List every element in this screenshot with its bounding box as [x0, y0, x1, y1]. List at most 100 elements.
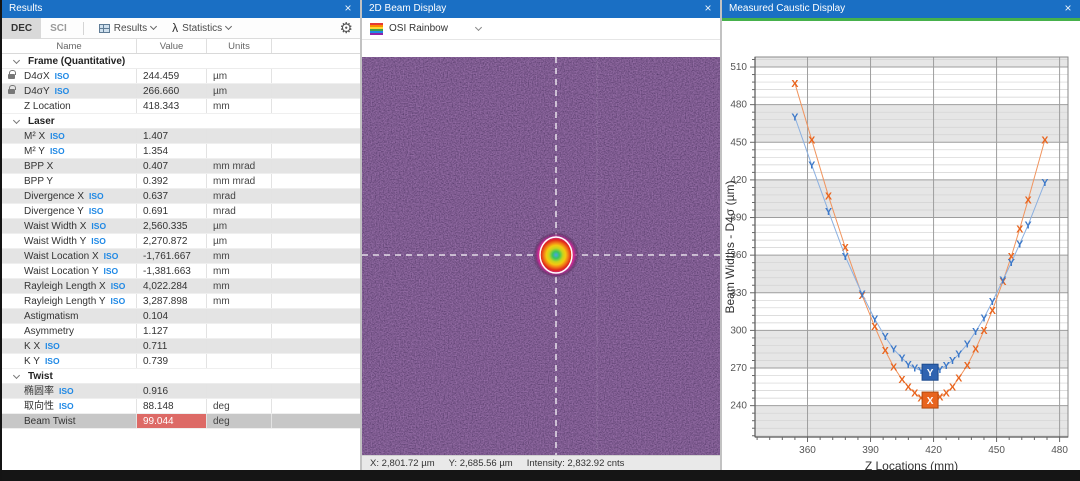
result-value-cell: 1.354: [137, 144, 207, 158]
svg-text:Y: Y: [890, 344, 897, 356]
svg-text:Y: Y: [964, 339, 971, 351]
result-value-cell: 1.127: [137, 324, 207, 338]
result-name: Waist Width X: [24, 221, 87, 232]
result-name: Waist Location X: [24, 251, 99, 262]
current-frame-marker-y[interactable]: Y: [921, 363, 939, 381]
results-dropdown[interactable]: Results: [91, 18, 164, 39]
svg-text:Y: Y: [871, 314, 878, 326]
result-extra-cell: [272, 159, 360, 173]
results-panel: Results × DEC SCI Results λ Statistics ⚙…: [2, 0, 360, 470]
current-frame-marker-x[interactable]: X: [921, 391, 939, 409]
result-units-cell: mm mrad: [207, 159, 272, 173]
colormap-selector-label[interactable]: OSI Rainbow: [389, 23, 448, 34]
tab-sci[interactable]: SCI: [41, 18, 76, 39]
result-units-cell: mm: [207, 99, 272, 113]
table-row[interactable]: Waist Location X ISO -1,761.667 mm: [2, 249, 360, 264]
section-row[interactable]: Laser: [2, 114, 360, 129]
table-row[interactable]: K Y ISO 0.739: [2, 354, 360, 369]
cursor-y-readout: Y: 2,685.56 µm: [448, 458, 513, 469]
close-icon[interactable]: ×: [700, 0, 716, 18]
colormap-rainbow-icon: [370, 22, 383, 35]
chevron-down-icon[interactable]: [474, 23, 482, 32]
table-row[interactable]: Z Location 418.343 mm: [2, 99, 360, 114]
svg-text:450: 450: [988, 445, 1005, 456]
result-name-cell: 取向性 ISO: [2, 399, 137, 413]
svg-text:Y: Y: [842, 251, 849, 263]
result-extra-cell: [272, 84, 360, 98]
cursor-intensity-readout: Intensity: 2,832.92 cnts: [526, 458, 625, 469]
svg-text:390: 390: [862, 445, 879, 456]
svg-text:Y: Y: [859, 289, 866, 301]
result-name: BPP Y: [24, 176, 54, 187]
section-row[interactable]: Frame (Quantitative): [2, 54, 360, 69]
table-row[interactable]: Astigmatism 0.104: [2, 309, 360, 324]
table-row[interactable]: M² Y ISO 1.354: [2, 144, 360, 159]
svg-text:X: X: [791, 78, 798, 90]
iso-badge: ISO: [103, 266, 119, 276]
result-units-cell: mm mrad: [207, 174, 272, 188]
table-row[interactable]: 椭圆率 ISO 0.916: [2, 384, 360, 399]
close-icon[interactable]: ×: [340, 0, 356, 18]
column-header-name: Name: [2, 39, 137, 53]
table-row[interactable]: Rayleigh Length Y ISO 3,287.898 mm: [2, 294, 360, 309]
table-row[interactable]: M² X ISO 1.407: [2, 129, 360, 144]
result-name: K X: [24, 341, 41, 352]
statistics-dropdown[interactable]: λ Statistics: [164, 18, 239, 39]
table-row[interactable]: Divergence Y ISO 0.691 mrad: [2, 204, 360, 219]
result-name: Z Location: [24, 101, 71, 112]
table-grid-icon: [98, 23, 110, 33]
result-value-cell: 1.407: [137, 129, 207, 143]
table-row[interactable]: Asymmetry 1.127: [2, 324, 360, 339]
result-name-cell: Rayleigh Length X ISO: [2, 279, 137, 293]
tab-dec[interactable]: DEC: [2, 17, 42, 39]
table-row[interactable]: D4σX ISO 244.459 µm: [2, 69, 360, 84]
result-value-cell: 244.459: [137, 69, 207, 83]
iso-badge: ISO: [44, 356, 60, 366]
result-value-cell: 88.148: [137, 399, 207, 413]
caustic-chart-area[interactable]: 240 270 300 330 360 390 420 450 480 510 360 390 420 4…: [722, 21, 1080, 470]
svg-text:Y: Y: [989, 296, 996, 308]
gear-icon[interactable]: ⚙: [340, 21, 353, 36]
svg-text:480: 480: [1051, 445, 1068, 456]
result-value-cell: 0.637: [137, 189, 207, 203]
section-label: Laser: [28, 115, 55, 127]
table-row[interactable]: Waist Width X ISO 2,560.335 µm: [2, 219, 360, 234]
table-row[interactable]: D4σY ISO 266.660 µm: [2, 84, 360, 99]
table-row[interactable]: 取向性 ISO 88.148 deg: [2, 399, 360, 414]
result-name-cell: 椭圆率 ISO: [2, 384, 137, 398]
iso-badge: ISO: [103, 251, 119, 261]
table-row[interactable]: Beam Twist 99.044 deg: [2, 414, 360, 429]
table-row[interactable]: K X ISO 0.711: [2, 339, 360, 354]
result-value-cell: 2,560.335: [137, 219, 207, 233]
table-row[interactable]: BPP Y 0.392 mm mrad: [2, 174, 360, 189]
table-row[interactable]: BPP X 0.407 mm mrad: [2, 159, 360, 174]
iso-badge: ISO: [50, 131, 65, 141]
svg-text:X: X: [825, 191, 832, 203]
svg-text:Y: Y: [882, 331, 889, 343]
x-axis-label: Z Locations (mm): [865, 459, 958, 470]
result-name: BPP X: [24, 161, 54, 172]
iso-badge: ISO: [91, 221, 107, 231]
svg-text:X: X: [882, 345, 889, 357]
results-dropdown-label: Results: [113, 22, 148, 34]
section-row[interactable]: Twist: [2, 369, 360, 384]
result-units-cell: [207, 144, 272, 158]
table-row[interactable]: Rayleigh Length X ISO 4,022.284 mm: [2, 279, 360, 294]
chevron-down-icon[interactable]: [12, 56, 21, 64]
table-row[interactable]: Divergence X ISO 0.637 mrad: [2, 189, 360, 204]
iso-badge: ISO: [110, 281, 126, 291]
table-row[interactable]: Waist Width Y ISO 2,270.872 µm: [2, 234, 360, 249]
result-units-cell: mm: [207, 294, 272, 308]
table-row[interactable]: Waist Location Y ISO -1,381.663 mm: [2, 264, 360, 279]
svg-text:480: 480: [730, 100, 747, 111]
result-name-cell: Asymmetry: [2, 324, 137, 338]
caustic-titlebar: Measured Caustic Display ×: [722, 0, 1080, 18]
close-icon[interactable]: ×: [1060, 0, 1076, 18]
result-extra-cell: [272, 354, 360, 368]
chevron-down-icon[interactable]: [12, 371, 21, 379]
beam-image-view[interactable]: [362, 57, 720, 455]
svg-text:X: X: [1041, 134, 1048, 146]
results-table-header: Name Value Units: [2, 39, 360, 54]
iso-badge: ISO: [88, 206, 104, 216]
chevron-down-icon[interactable]: [12, 116, 21, 124]
